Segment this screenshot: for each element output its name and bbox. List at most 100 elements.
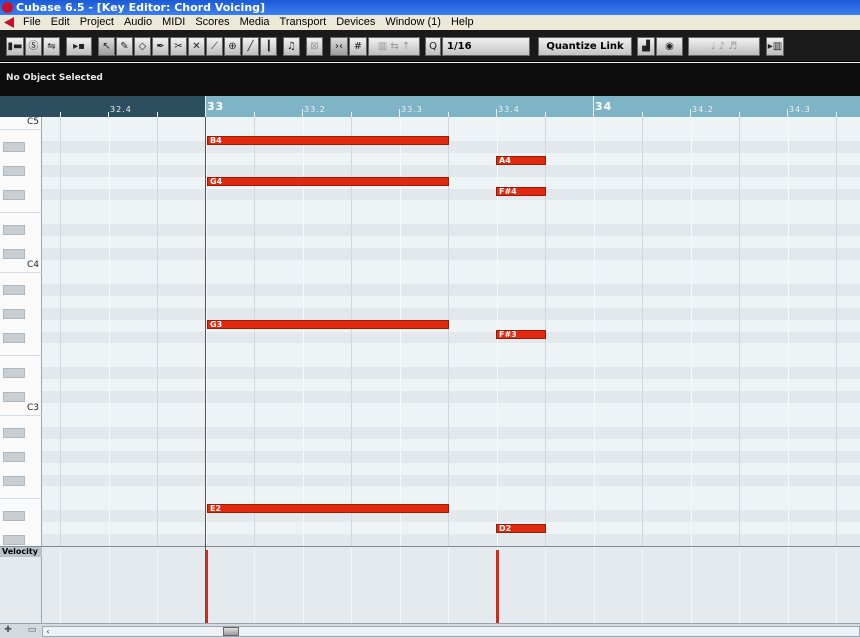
velocity-grid-line [836, 547, 837, 624]
velocity-lane[interactable]: Velocity [0, 546, 860, 624]
object-select-icon[interactable]: ↖ [98, 37, 115, 56]
pitch-row [42, 450, 860, 463]
black-key[interactable] [3, 189, 25, 200]
title-bar: Cubase 6.5 - [Key Editor: Chord Voicing] [0, 0, 860, 15]
black-key[interactable] [3, 332, 25, 343]
pitch-row [42, 117, 860, 129]
menu-audio[interactable]: Audio [119, 15, 157, 30]
split-icon[interactable]: ✂ [170, 37, 187, 56]
quantize-preset-select[interactable]: 1/16 [442, 37, 530, 56]
play-icon[interactable]: ▕▏ [260, 37, 277, 56]
menu-window[interactable]: Window (1) [380, 15, 446, 30]
acoustic-feedback-icon[interactable]: ♫ [283, 37, 300, 56]
menu-edit[interactable]: Edit [46, 15, 75, 30]
midi-note[interactable]: B4 [207, 136, 449, 145]
velocity-grid-line [690, 547, 692, 624]
line-icon[interactable]: ╱ [242, 37, 259, 56]
pitch-row [42, 426, 860, 439]
piano-keyboard[interactable]: C5 C4 C3 [0, 117, 42, 559]
black-key[interactable] [3, 451, 25, 462]
note-display[interactable] [42, 117, 860, 546]
menu-transport[interactable]: Transport [275, 15, 332, 30]
menu-devices[interactable]: Devices [331, 15, 380, 30]
black-key[interactable] [3, 141, 25, 152]
black-key[interactable] [3, 427, 25, 438]
autoscroll-icon[interactable]: ⇋ [43, 37, 60, 56]
velocity-grid-line [448, 547, 449, 624]
black-key[interactable] [3, 368, 25, 379]
black-key[interactable] [3, 249, 25, 260]
midi-note[interactable]: F#3 [496, 330, 546, 339]
velocity-lane-label[interactable]: Velocity [0, 547, 42, 557]
line-up-icon[interactable]: ▸▥ [766, 37, 784, 56]
mute-icon[interactable]: Ⓢ [25, 37, 42, 56]
midi-input-icon[interactable]: ◉ [656, 37, 683, 56]
velocity-grid-line [399, 547, 401, 624]
quantize-icon[interactable]: Q [425, 37, 441, 56]
menu-scores[interactable]: Scores [190, 15, 234, 30]
pen-icon[interactable]: ✒ [152, 37, 169, 56]
menu-bar: File Edit Project Audio MIDI Scores Medi… [0, 15, 860, 30]
ruler-label: 32.4 [110, 105, 132, 114]
pitch-row [42, 200, 860, 212]
ruler-tick [496, 109, 497, 117]
zoom-icon[interactable]: ⊕ [224, 37, 241, 56]
ruler-tick [205, 96, 206, 117]
pitch-row [42, 129, 860, 141]
midi-note[interactable]: F#4 [496, 187, 546, 196]
scroll-left-icon[interactable]: ‹ [43, 627, 53, 636]
pitch-row [42, 415, 860, 427]
insert-velocity-icon[interactable]: ▸▪ [66, 37, 92, 56]
erase-icon[interactable]: ◇ [134, 37, 151, 56]
scrollbar-thumb[interactable] [223, 627, 239, 636]
menu-help[interactable]: Help [446, 15, 479, 30]
midi-note[interactable]: G4 [207, 177, 449, 186]
solo-editor-icon[interactable]: ▮▬ [6, 37, 24, 56]
pitch-row [42, 391, 860, 403]
add-lane-icon[interactable]: ✚ [3, 625, 13, 636]
ruler-label: 33.2 [304, 105, 326, 114]
ruler-label: 34.2 [692, 105, 714, 114]
midi-note[interactable]: G3 [207, 320, 449, 329]
black-key[interactable] [3, 225, 25, 236]
draw-icon[interactable]: ✎ [116, 37, 133, 56]
menu-project[interactable]: Project [75, 15, 119, 30]
note-input-icons[interactable]: ♩ ♪ ♬ [688, 37, 760, 56]
black-key[interactable] [3, 475, 25, 486]
midi-note[interactable]: E2 [207, 504, 449, 513]
mute-tool-icon[interactable]: ✕ [188, 37, 205, 56]
pitch-row [42, 188, 860, 201]
octave-label-c3: C3 [27, 403, 40, 413]
black-key[interactable] [3, 535, 25, 546]
show-info-icon[interactable]: ⊠ [306, 37, 323, 56]
black-key[interactable] [3, 511, 25, 522]
length-quantize-select[interactable]: Quantize Link [538, 37, 632, 56]
menu-media[interactable]: Media [235, 15, 275, 30]
cubase-menu-icon[interactable] [4, 17, 14, 28]
horizontal-scrollbar[interactable]: ‹ [42, 626, 860, 637]
glue-icon[interactable]: ⟋ [206, 37, 223, 56]
step-input-icons[interactable]: ▥ ⇆ ↑ [368, 37, 420, 56]
velocity-lane-header [0, 547, 42, 624]
menu-file[interactable]: File [18, 15, 46, 30]
ruler-label: 33 [207, 100, 225, 113]
velocity-bar[interactable] [496, 550, 499, 624]
menu-midi[interactable]: MIDI [157, 15, 190, 30]
snap-icon[interactable]: ›‹ [330, 37, 348, 56]
ruler[interactable]: 32.4 33 33.2 33.3 33.4 34 34.2 34.3 [0, 96, 860, 117]
pitch-row [42, 153, 860, 165]
ruler-tick [302, 109, 303, 117]
grid-line [157, 117, 158, 546]
info-line: No Object Selected [0, 63, 860, 96]
black-key[interactable] [3, 308, 25, 319]
colors-icon[interactable]: ▟ [637, 37, 655, 56]
editor-toolbar: ▮▬ Ⓢ ⇋ ▸▪ ↖ ✎ ◇ ✒ ✂ ✕ ⟋ ⊕ ╱ ▕▏ ♫ ⊠ ›‹ # … [0, 30, 860, 62]
grid-icon[interactable]: # [349, 37, 367, 56]
midi-note[interactable]: A4 [496, 156, 546, 165]
black-key[interactable] [3, 284, 25, 295]
project-cursor[interactable] [205, 117, 206, 628]
midi-note[interactable]: D2 [496, 524, 546, 533]
lane-preset-icon[interactable]: ▭ [27, 625, 37, 636]
black-key[interactable] [3, 392, 25, 403]
black-key[interactable] [3, 165, 25, 176]
